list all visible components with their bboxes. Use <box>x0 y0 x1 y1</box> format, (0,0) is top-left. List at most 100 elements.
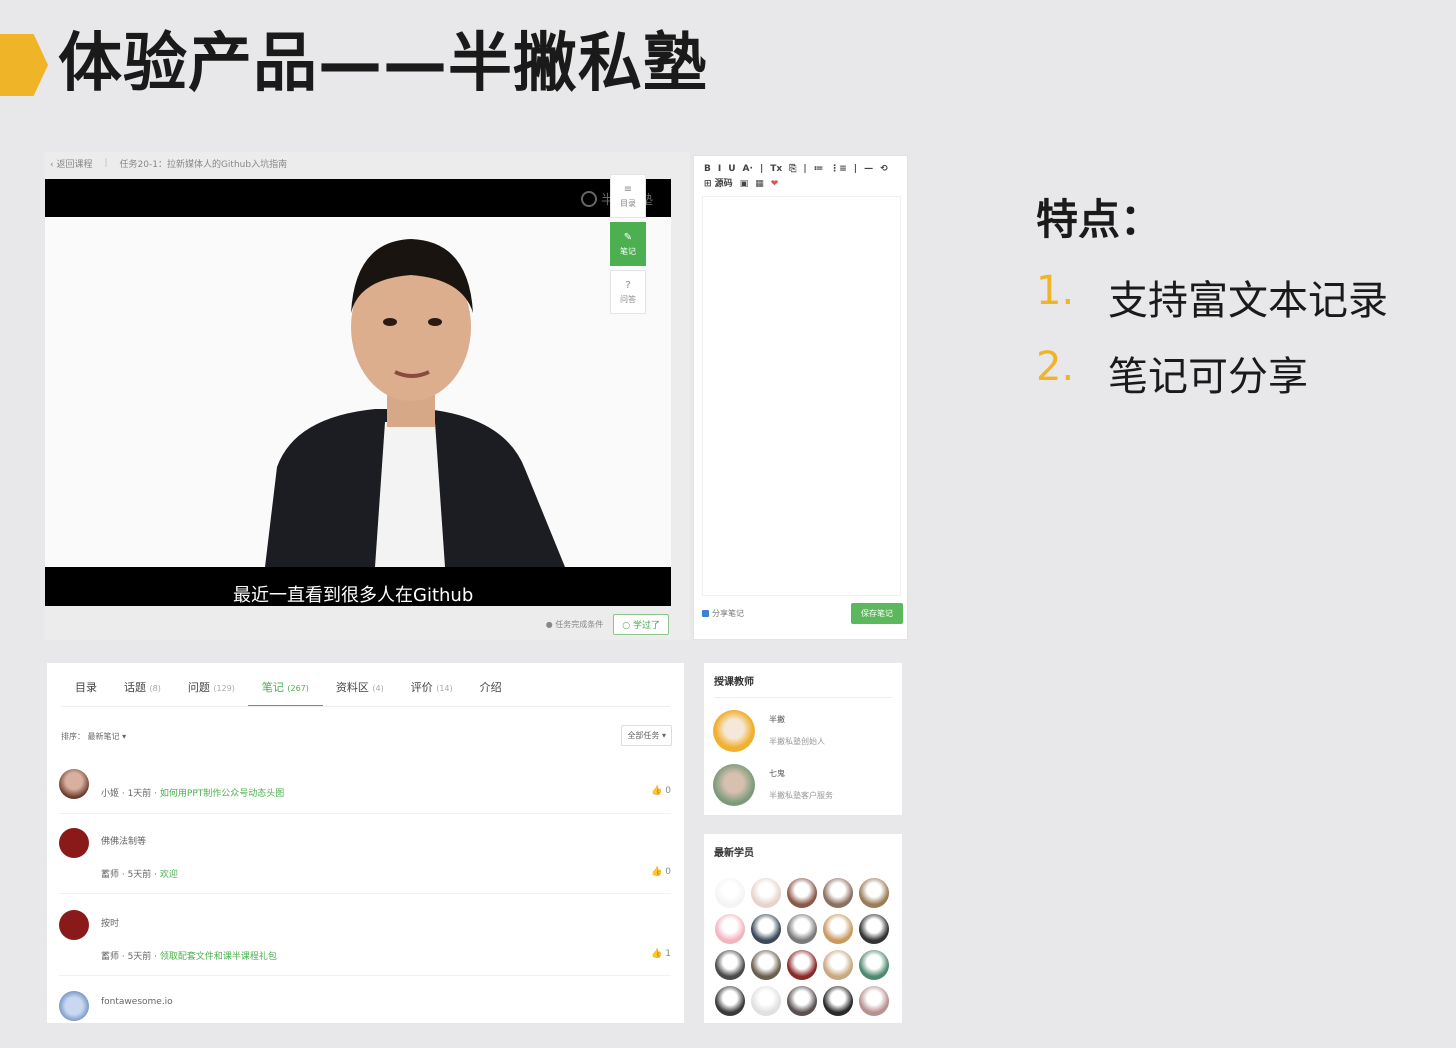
note-row[interactable]: 按时 蓄师 · 5天前 · 领取配套文件和课半课程礼包 👍 1 <box>59 910 671 966</box>
bold-button[interactable]: B <box>704 162 711 177</box>
editor-toolbar: B I U A· | Tx ⎘ | ≔ ⋮≡ | — ⟲ ⊞ 源码 ▣ ▦ ❤ <box>704 162 899 192</box>
teacher-name[interactable]: 半撇 <box>769 714 785 725</box>
student-avatar[interactable] <box>823 914 853 944</box>
image-button[interactable]: ▣ <box>740 177 749 192</box>
note-author: 佛佛法制等 <box>101 837 147 847</box>
clear-format-button[interactable]: Tx <box>770 162 782 177</box>
tab-notes[interactable]: 笔记 (267) <box>247 679 323 707</box>
teacher-role: 半撇私塾创始人 <box>769 737 825 746</box>
student-avatar[interactable] <box>859 950 889 980</box>
feature-item: 2. 笔记可分享 <box>1036 344 1308 402</box>
student-avatar[interactable] <box>715 914 745 944</box>
table-button[interactable]: ▦ <box>755 177 764 192</box>
student-avatar[interactable] <box>859 914 889 944</box>
teacher-name[interactable]: 七鬼 <box>769 768 785 779</box>
underline-button[interactable]: U <box>728 162 735 177</box>
emoji-button[interactable]: ❤ <box>771 177 779 192</box>
font-color-button[interactable]: A· <box>743 162 753 177</box>
toolbar-divider: | <box>759 164 764 174</box>
complete-condition-link[interactable]: ● 任务完成条件 <box>546 619 604 630</box>
tab-intro[interactable]: 介绍 <box>480 679 502 707</box>
student-avatar[interactable] <box>859 986 889 1016</box>
tab-topics[interactable]: 话题 (8) <box>124 679 161 707</box>
avatar[interactable] <box>59 828 89 858</box>
sort-label: 排序： <box>61 732 85 741</box>
task-filter-select[interactable]: 全部任务 ▾ <box>621 725 672 746</box>
source-code-button[interactable]: ⊞ 源码 <box>704 177 733 192</box>
breadcrumb-separator: | <box>104 158 108 168</box>
avatar[interactable] <box>59 910 89 940</box>
horizontal-rule-button[interactable]: — <box>864 162 873 177</box>
like-count[interactable]: 👍 0 <box>651 867 671 877</box>
note-meta: 小姬 · 1天前 · 如何用PPT制作公众号动态头图 <box>101 789 285 799</box>
note-task-link[interactable]: 如何用PPT制作公众号动态头图 <box>160 789 284 799</box>
tab-questions[interactable]: 问题 (129) <box>188 679 235 707</box>
teachers-heading: 授课教师 <box>714 677 754 688</box>
share-note-checkbox[interactable]: 分享笔记 <box>702 608 744 619</box>
side-tab-qa[interactable]: ? 问答 <box>610 270 646 314</box>
row-divider <box>59 893 671 894</box>
back-to-course-link[interactable]: ‹ 返回课程 <box>50 157 92 170</box>
avatar[interactable] <box>59 991 89 1021</box>
sort-control[interactable]: 排序： 最新笔记 ▾ <box>61 731 126 742</box>
video-player[interactable]: 半撇私塾 最近一直看到很多人在Github <box>45 179 671 606</box>
numbered-list-button[interactable]: ≔ <box>814 162 824 177</box>
student-avatar[interactable] <box>751 950 781 980</box>
student-avatar[interactable] <box>787 914 817 944</box>
side-tab-catalog[interactable]: ≡ 目录 <box>610 174 646 218</box>
row-divider <box>59 975 671 976</box>
student-avatar[interactable] <box>787 986 817 1016</box>
tab-reviews[interactable]: 评价 (14) <box>411 679 453 707</box>
learned-button[interactable]: ○ 学过了 <box>613 613 669 635</box>
note-author: fontawesome.io <box>101 997 173 1007</box>
presenter-image <box>45 217 671 567</box>
feature-text: 笔记可分享 <box>1108 354 1308 400</box>
student-avatar[interactable] <box>715 950 745 980</box>
sort-select[interactable]: 最新笔记 ▾ <box>88 732 127 741</box>
bullet-list-button[interactable]: ⋮≡ <box>830 162 847 177</box>
note-row[interactable]: 佛佛法制等 蓄师 · 5天前 · 欢迎 👍 0 <box>59 828 671 884</box>
student-avatar[interactable] <box>823 950 853 980</box>
student-avatar[interactable] <box>751 914 781 944</box>
tab-catalog[interactable]: 目录 <box>75 679 97 707</box>
like-count[interactable]: 👍 0 <box>651 786 671 796</box>
student-avatar[interactable] <box>823 878 853 908</box>
teachers-panel: 授课教师 半撇 半撇私塾创始人 七鬼 半撇私塾客户服务 <box>704 663 902 815</box>
list-icon: ≡ <box>623 183 633 195</box>
course-tabs-panel: 目录 话题 (8) 问题 (129) 笔记 (267) 资料区 (4) 评价 (… <box>47 663 684 1023</box>
student-avatar[interactable] <box>787 950 817 980</box>
share-note-label: 分享笔记 <box>712 609 744 618</box>
student-avatar[interactable] <box>751 986 781 1016</box>
checkbox-checked-icon <box>702 610 709 617</box>
avatar[interactable] <box>713 710 755 752</box>
save-note-button[interactable]: 保存笔记 <box>851 603 903 624</box>
side-tab-notes[interactable]: ✎ 笔记 <box>610 222 646 266</box>
student-avatar[interactable] <box>751 878 781 908</box>
paste-button[interactable]: ⎘ <box>789 162 796 177</box>
student-avatar[interactable] <box>859 878 889 908</box>
course-tabs: 目录 话题 (8) 问题 (129) 笔记 (267) 资料区 (4) 评价 (… <box>75 679 502 707</box>
avatar[interactable] <box>713 764 755 806</box>
note-row[interactable]: 小姬 · 1天前 · 如何用PPT制作公众号动态头图 👍 0 <box>59 769 671 809</box>
note-row[interactable]: fontawesome.io <box>59 991 671 1021</box>
note-editor-body[interactable] <box>702 196 901 596</box>
tab-resources[interactable]: 资料区 (4) <box>336 679 384 707</box>
note-task-link[interactable]: 欢迎 <box>160 870 178 880</box>
student-avatar[interactable] <box>823 986 853 1016</box>
student-avatar-grid <box>715 878 889 1016</box>
side-tab-label: 笔记 <box>620 246 636 256</box>
like-count[interactable]: 👍 1 <box>651 949 671 959</box>
student-avatar[interactable] <box>787 878 817 908</box>
side-tab-label: 问答 <box>620 294 636 304</box>
undo-button[interactable]: ⟲ <box>880 162 888 177</box>
note-editor-panel: B I U A· | Tx ⎘ | ≔ ⋮≡ | — ⟲ ⊞ 源码 ▣ ▦ ❤ 分享笔记 保存笔记 <box>693 155 908 640</box>
student-avatar[interactable] <box>715 986 745 1016</box>
italic-button[interactable]: I <box>718 162 721 177</box>
student-avatar[interactable] <box>715 878 745 908</box>
panel-divider <box>714 697 892 698</box>
feature-item: 1. 支持富文本记录 <box>1036 268 1388 326</box>
question-icon: ? <box>625 279 631 291</box>
note-task-link[interactable]: 领取配套文件和课半课程礼包 <box>160 952 277 962</box>
features-title: 特点： <box>1036 195 1163 244</box>
avatar[interactable] <box>59 769 89 799</box>
